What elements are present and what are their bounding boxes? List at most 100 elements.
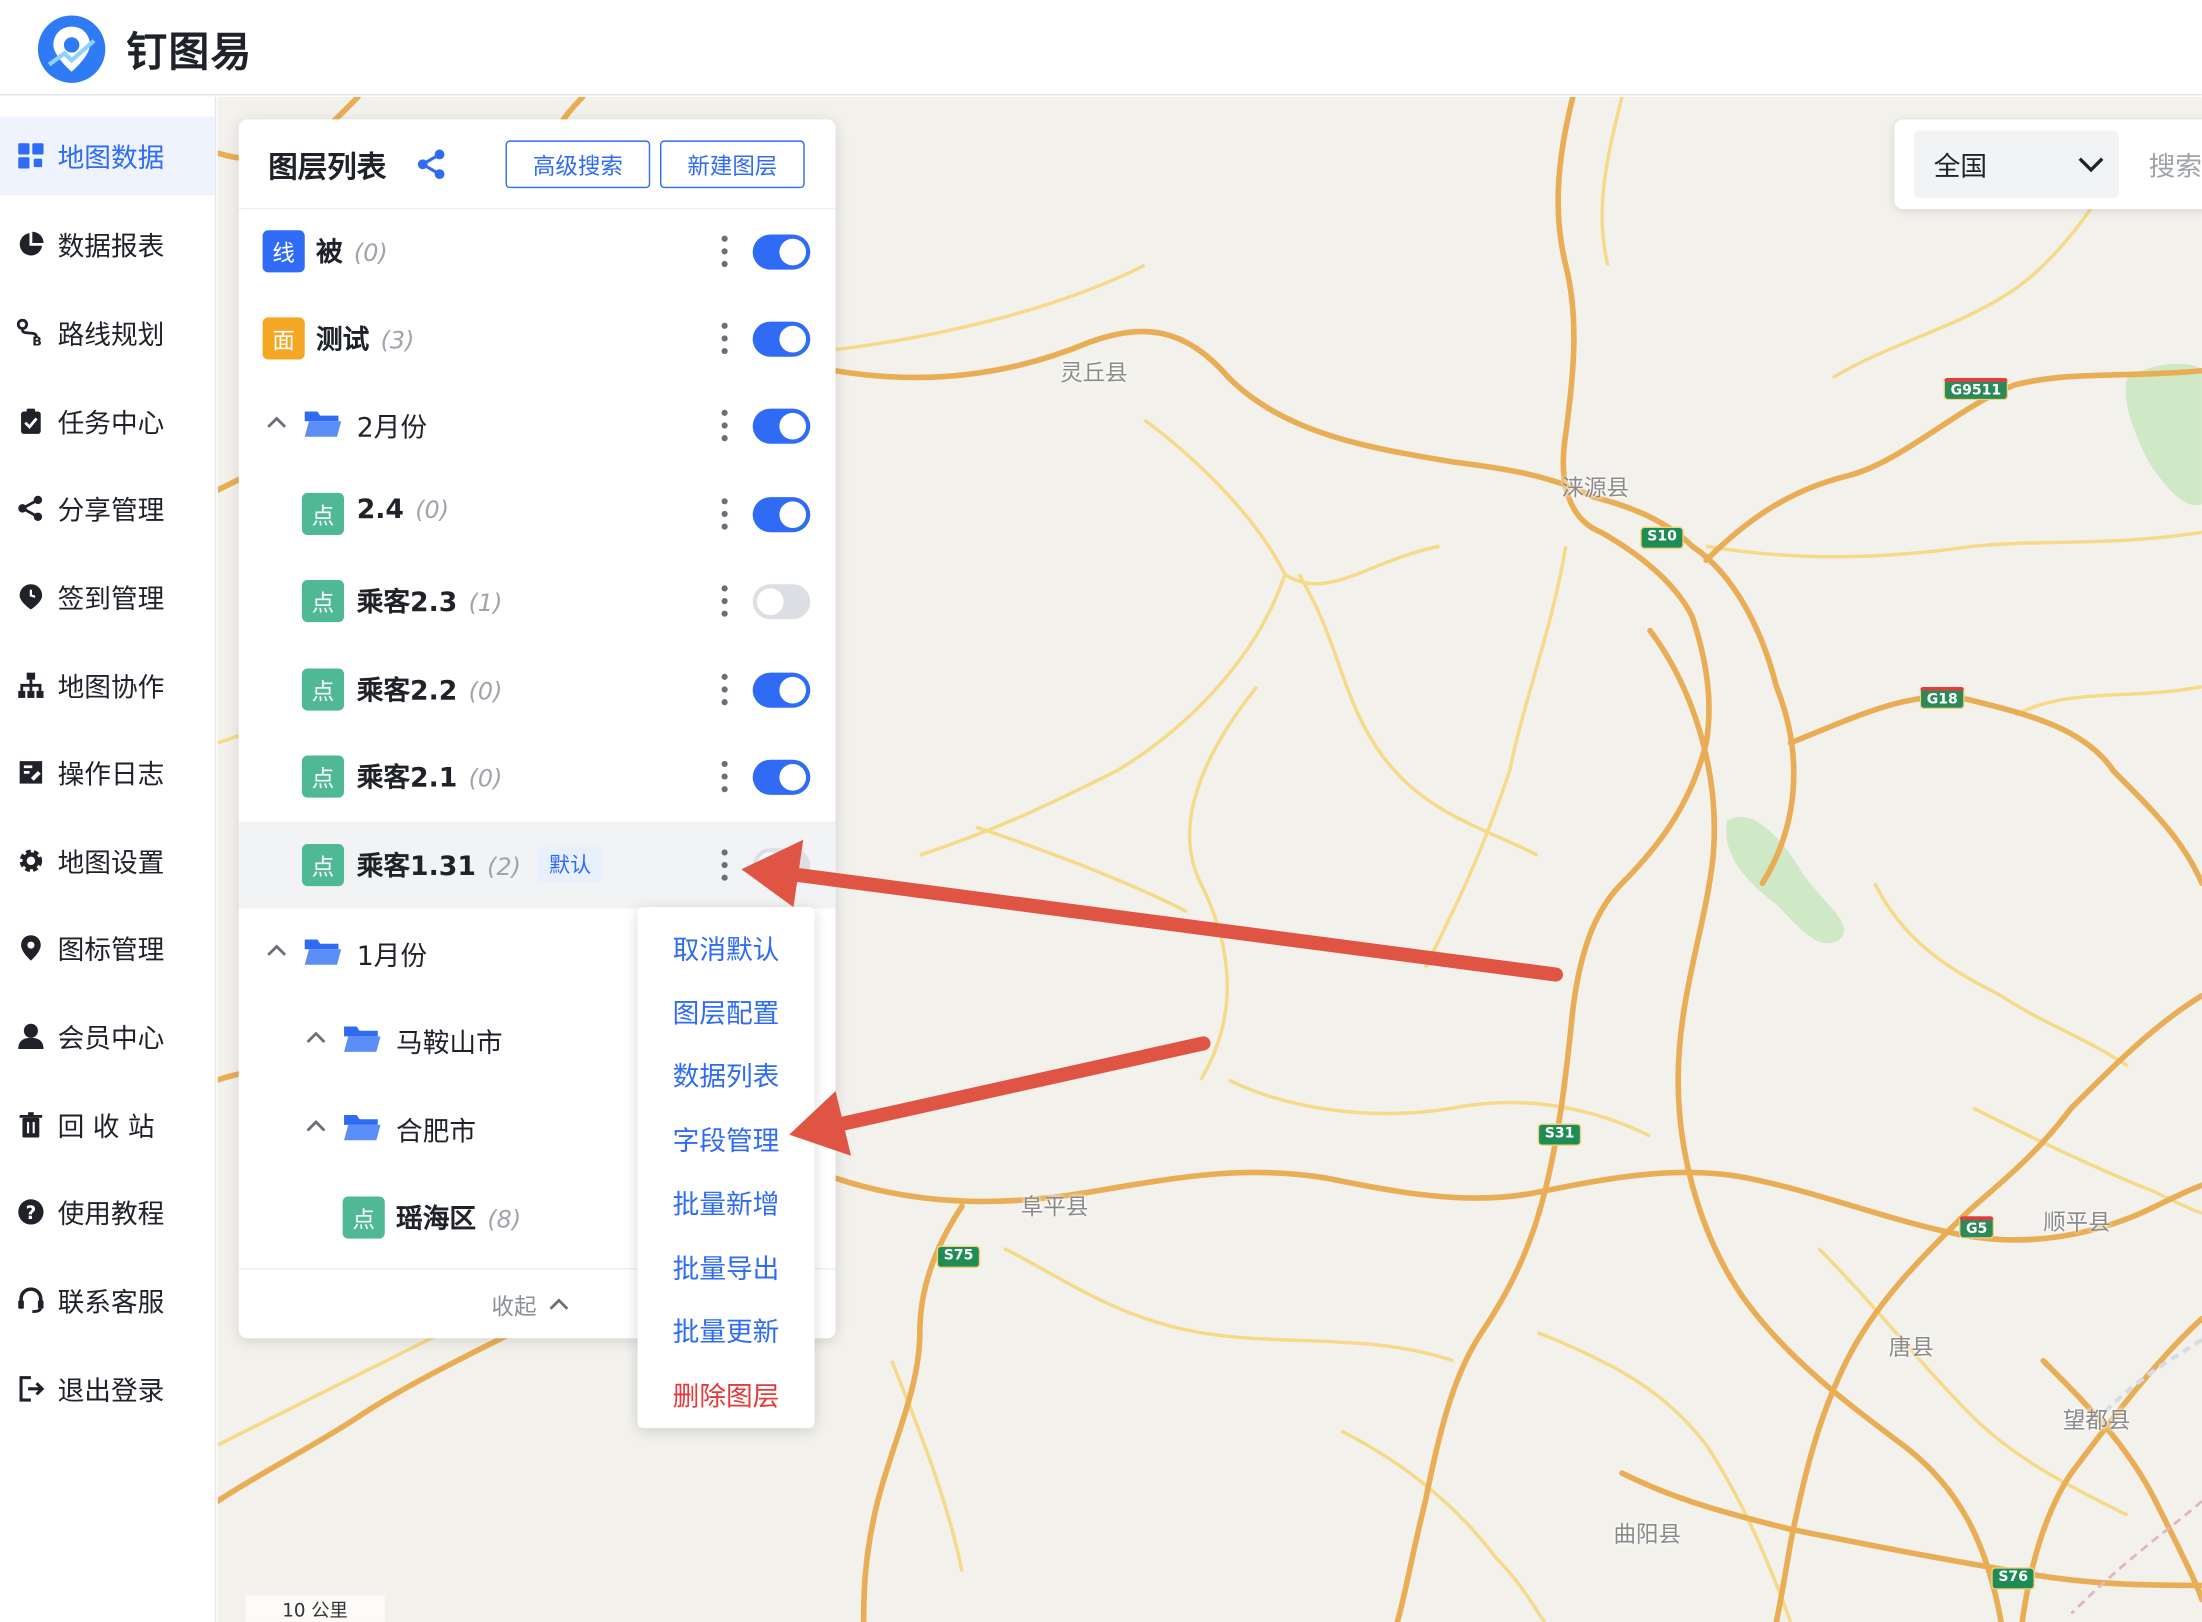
location-clock-icon <box>17 583 45 611</box>
sidebar-item-recycle-bin[interactable]: 回 收 站 <box>0 1086 215 1165</box>
folder-open-icon <box>304 939 342 965</box>
menu-item-field-management[interactable]: 字段管理 <box>638 1107 815 1172</box>
point-layer-badge: 点 <box>301 755 345 798</box>
headset-icon <box>17 1286 45 1314</box>
more-options-icon[interactable] <box>715 496 735 533</box>
more-options-icon[interactable] <box>715 320 735 357</box>
sidebar-item-label: 回 收 站 <box>57 1111 155 1143</box>
point-layer-badge: 点 <box>301 492 345 536</box>
help-icon: ? <box>17 1198 45 1226</box>
visibility-toggle[interactable] <box>752 234 811 270</box>
sidebar-item-icon-management[interactable]: 图标管理 <box>0 909 215 988</box>
layer-name: 乘客2.1 (0) <box>356 762 503 794</box>
sidebar-item-contact-support[interactable]: 联系客服 <box>0 1261 215 1340</box>
folder-open-icon <box>304 411 342 437</box>
highway-shield: G5 <box>1958 1216 1995 1239</box>
sidebar-item-label: 路线规划 <box>57 319 165 351</box>
layer-name: 乘客1.31 (2) 默认 <box>357 845 603 883</box>
layer-context-menu: 取消默认 图层配置 数据列表 字段管理 批量新增 批量导出 批量更新 删除图层 <box>637 907 815 1429</box>
more-options-icon[interactable] <box>715 671 735 708</box>
point-layer-badge: 点 <box>301 843 345 887</box>
sidebar-item-task-center[interactable]: 任务中心 <box>0 382 215 461</box>
chevron-up-icon[interactable] <box>303 1028 328 1048</box>
layer-row[interactable]: 点 2.4 (0) <box>239 470 836 557</box>
org-chart-icon <box>17 671 45 699</box>
layer-row[interactable]: 点 乘客2.3 (1) <box>239 558 836 645</box>
sidebar-item-share-management[interactable]: 分享管理 <box>0 469 215 548</box>
sidebar-item-tutorial[interactable]: ? 使用教程 <box>0 1173 215 1252</box>
menu-item-batch-update[interactable]: 批量更新 <box>638 1298 815 1363</box>
area-layer-badge: 面 <box>262 317 305 360</box>
sidebar-item-operation-log[interactable]: 操作日志 <box>0 733 215 812</box>
visibility-toggle[interactable] <box>752 321 811 357</box>
highway-shield: S10 <box>1640 526 1684 550</box>
sidebar-item-map-settings[interactable]: 地图设置 <box>0 822 215 901</box>
sidebar-item-label: 使用教程 <box>57 1198 165 1230</box>
visibility-toggle[interactable] <box>752 584 811 620</box>
svg-text:B: B <box>32 333 42 346</box>
folder-open-icon <box>344 1115 381 1141</box>
menu-item-cancel-default[interactable]: 取消默认 <box>638 916 815 981</box>
layer-row[interactable]: 点 乘客2.2 (0) <box>239 646 836 733</box>
place-label: 涞源县 <box>1561 474 1630 502</box>
point-layer-badge: 点 <box>301 579 345 623</box>
sidebar-item-logout[interactable]: 退出登录 <box>0 1350 215 1429</box>
sidebar-item-map-data[interactable]: 地图数据 <box>0 116 215 196</box>
visibility-toggle[interactable] <box>752 497 811 533</box>
sidebar-item-map-collaboration[interactable]: 地图协作 <box>0 646 215 725</box>
place-label: 曲阳县 <box>1613 1520 1681 1548</box>
menu-item-delete-layer[interactable]: 删除图层 <box>638 1362 815 1427</box>
more-options-icon[interactable] <box>715 583 735 620</box>
visibility-toggle[interactable] <box>752 408 811 444</box>
chevron-up-icon[interactable] <box>303 1116 328 1136</box>
layer-name: 2.4 (0) <box>356 494 450 526</box>
visibility-toggle[interactable] <box>752 759 811 795</box>
sidebar-item-label: 图标管理 <box>57 934 165 966</box>
app-logo[interactable] <box>37 14 107 84</box>
more-options-icon[interactable] <box>715 758 735 795</box>
more-options-icon[interactable] <box>715 847 735 884</box>
trash-icon <box>17 1111 45 1139</box>
highway-shield: S75 <box>936 1245 981 1269</box>
folder-row[interactable]: 2月份 <box>239 382 836 469</box>
menu-item-layer-config[interactable]: 图层配置 <box>638 979 815 1044</box>
collapse-button[interactable]: 收起 <box>492 1288 571 1322</box>
layer-row[interactable]: 线 被 (0) <box>239 208 836 295</box>
panel-title: 图层列表 <box>268 150 387 184</box>
highway-shield: G9511 <box>1943 377 2009 401</box>
highway-shield: G18 <box>1919 686 1965 710</box>
region-select-value: 全国 <box>1933 151 1988 183</box>
layer-row[interactable]: 点 乘客2.1 (0) <box>239 733 836 820</box>
menu-item-batch-export[interactable]: 批量导出 <box>638 1234 815 1299</box>
search-input[interactable]: 搜索 <box>2149 146 2202 184</box>
sidebar-item-member-center[interactable]: 会员中心 <box>0 997 215 1076</box>
pie-chart-icon <box>17 230 45 258</box>
sidebar-item-label: 地图设置 <box>57 847 165 879</box>
chevron-up-icon[interactable] <box>264 413 289 433</box>
sidebar-nav: 地图数据 数据报表 B 路线规划 任务中心 分享管理 签到管理 地图协作 操作日… <box>0 96 217 1622</box>
layer-row[interactable]: 面 测试 (3) <box>239 295 836 382</box>
menu-item-data-list[interactable]: 数据列表 <box>638 1042 815 1107</box>
share-icon[interactable] <box>416 149 447 180</box>
layer-row-selected[interactable]: 点 乘客1.31 (2) 默认 <box>238 821 836 909</box>
more-options-icon[interactable] <box>715 233 735 270</box>
sidebar-item-checkin-management[interactable]: 签到管理 <box>0 558 215 637</box>
more-options-icon[interactable] <box>715 407 735 444</box>
chevron-up-icon[interactable] <box>264 941 289 961</box>
folder-name: 1月份 <box>356 940 428 972</box>
sidebar-item-label: 分享管理 <box>57 495 165 526</box>
layer-name: 乘客2.3 (1) <box>356 586 503 618</box>
new-layer-button[interactable]: 新建图层 <box>660 140 805 189</box>
sidebar-item-label: 地图协作 <box>57 671 165 703</box>
app-title: 钉图易 <box>126 28 253 76</box>
region-select[interactable]: 全国 <box>1914 130 2120 199</box>
menu-item-batch-add[interactable]: 批量新增 <box>638 1170 815 1235</box>
highway-shield: S31 <box>1537 1123 1582 1146</box>
visibility-toggle[interactable] <box>752 848 811 884</box>
visibility-toggle[interactable] <box>752 672 811 708</box>
sidebar-item-data-report[interactable]: 数据报表 <box>0 205 215 284</box>
sidebar-item-route-planning[interactable]: B 路线规划 <box>0 293 215 372</box>
advanced-search-button[interactable]: 高级搜索 <box>505 140 651 189</box>
point-layer-badge: 点 <box>301 668 345 711</box>
collapse-label: 收起 <box>491 1293 537 1321</box>
